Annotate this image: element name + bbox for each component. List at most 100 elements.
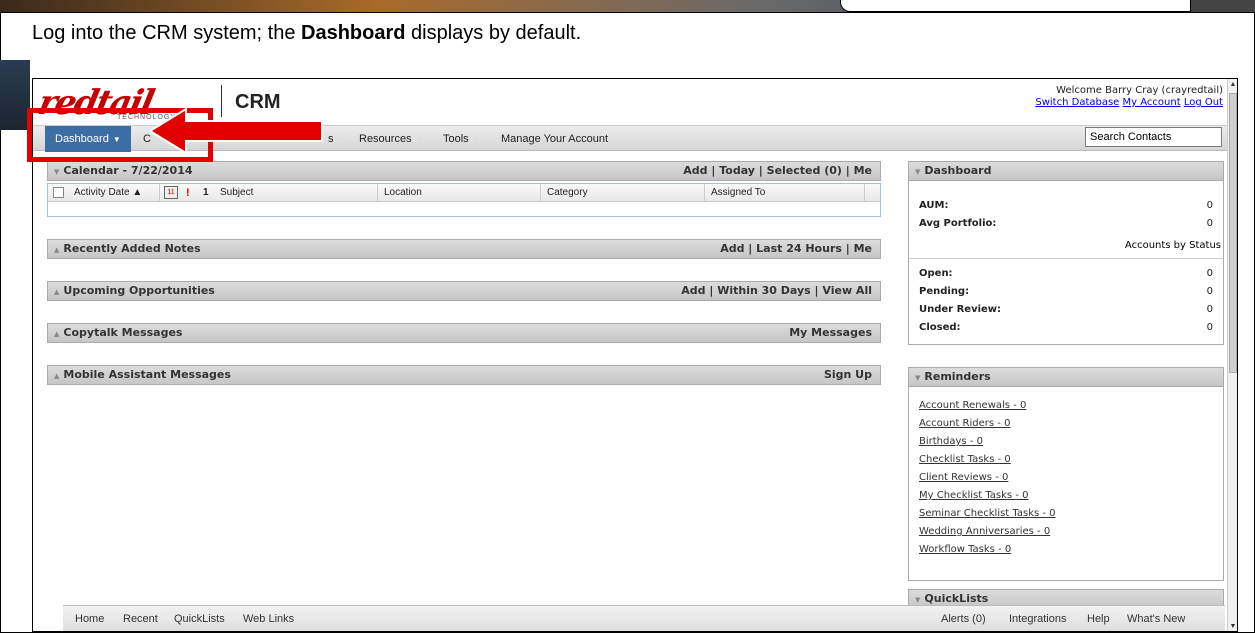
calendar-table: Activity Date ▲ 11 ! 1 Subject Location …: [47, 183, 881, 217]
status-row: Closed: 0: [909, 319, 1223, 337]
reminders-panel-body: Account Renewals - 0 Account Riders - 0 …: [908, 387, 1224, 581]
reminder-link[interactable]: Account Renewals - 0: [909, 397, 1223, 415]
red-arrow-icon: [150, 107, 323, 155]
col-category[interactable]: Category: [541, 184, 705, 202]
status-label: Pending:: [919, 286, 970, 297]
col-subject[interactable]: Subject: [214, 184, 378, 202]
bottom-whats-new-link[interactable]: What's New: [1127, 606, 1185, 631]
status-value: 0: [1206, 268, 1213, 279]
chevron-down-icon: ▼: [472, 135, 481, 144]
chevron-down-icon: ▼: [612, 135, 620, 144]
avg-portfolio-row: Avg Portfolio: 0: [909, 215, 1223, 233]
status-label: Under Review:: [919, 304, 1002, 315]
reminder-link[interactable]: Account Riders - 0: [909, 415, 1223, 433]
reminder-link[interactable]: Birthdays - 0: [909, 433, 1223, 451]
calendar-table-header: Activity Date ▲ 11 ! 1 Subject Location …: [48, 184, 880, 202]
expand-triangle-icon[interactable]: ▲: [54, 288, 59, 296]
nav-resources[interactable]: Resources ▼: [349, 126, 434, 152]
bottom-recent-link[interactable]: Recent: [123, 606, 158, 631]
instruction-suffix: displays by default.: [405, 22, 582, 44]
nav-manage-account[interactable]: Manage Your Account ▼: [491, 126, 630, 152]
instruction-prefix: Log into the CRM system; the: [32, 22, 302, 44]
bottom-toolbar: Home Recent QuickLists Web Links Alerts …: [63, 605, 1225, 631]
accounts-by-status-heading: Accounts by Status: [909, 233, 1223, 259]
expand-triangle-icon[interactable]: ▲: [54, 372, 59, 380]
reminder-link[interactable]: Wedding Anniversaries - 0: [909, 523, 1223, 541]
status-row: Pending: 0: [909, 283, 1223, 301]
panel-upcoming-opportunities[interactable]: ▲ Upcoming Opportunities Add | Within 30 …: [47, 281, 881, 301]
dashboard-panel-body: AUM: 0 Avg Portfolio: 0 Accounts by Status…: [908, 181, 1224, 345]
avg-value: 0: [1206, 218, 1213, 229]
col-assigned-to[interactable]: Assigned To: [705, 184, 865, 202]
background-strip-left: [0, 60, 30, 130]
panel-title: Upcoming Opportunities: [63, 284, 215, 297]
my-account-link[interactable]: My Account: [1123, 97, 1181, 108]
avg-label: Avg Portfolio:: [919, 218, 997, 229]
bottom-help-link[interactable]: Help: [1087, 606, 1110, 631]
status-value: 0: [1206, 286, 1213, 297]
collapse-triangle-icon[interactable]: ▼: [915, 596, 920, 604]
col-activity-date[interactable]: Activity Date ▲: [68, 184, 160, 202]
nav-tools-label: Tools: [443, 133, 469, 145]
expand-triangle-icon[interactable]: ▲: [54, 330, 59, 338]
user-welcome: Welcome Barry Cray (crayredtail) Switch …: [1035, 85, 1223, 109]
panel-title: Mobile Assistant Messages: [63, 368, 231, 381]
dashboard-title: Dashboard: [924, 164, 992, 177]
panel-links[interactable]: My Messages: [789, 324, 872, 342]
panel-title: Recently Added Notes: [63, 242, 201, 255]
reminder-link[interactable]: Workflow Tasks - 0: [909, 541, 1223, 559]
instruction-text: Log into the CRM system; the Dashboard d…: [32, 22, 581, 45]
status-value: 0: [1206, 304, 1213, 315]
collapse-triangle-icon[interactable]: ▼: [915, 168, 920, 176]
calendar-links[interactable]: Add | Today | Selected (0) | Me: [683, 162, 872, 180]
collapse-triangle-icon[interactable]: ▼: [54, 168, 59, 176]
bottom-weblinks-link[interactable]: Web Links: [243, 606, 294, 631]
quicklists-title: QuickLists: [924, 592, 989, 605]
chevron-down-icon: ▼: [337, 135, 346, 144]
priority-icon[interactable]: !: [186, 184, 190, 202]
bottom-integrations-link[interactable]: Integrations: [1009, 606, 1066, 631]
panel-links[interactable]: Add | Last 24 Hours | Me: [720, 240, 872, 258]
nav-resources-label: Resources: [359, 133, 412, 145]
instruction-bold: Dashboard: [301, 22, 406, 44]
panel-recent-notes[interactable]: ▲ Recently Added Notes Add | Last 24 Hour…: [47, 239, 881, 259]
scroll-down-icon[interactable]: ▼: [1228, 621, 1237, 631]
expand-triangle-icon[interactable]: ▲: [54, 246, 59, 254]
reminder-link[interactable]: My Checklist Tasks - 0: [909, 487, 1223, 505]
decorative-tab: [840, 0, 1190, 12]
switch-database-link[interactable]: Switch Database: [1035, 97, 1119, 108]
decorative-tab-dark: [1190, 0, 1255, 12]
scrollbar-thumb[interactable]: [1229, 93, 1237, 373]
bottom-home-link[interactable]: Home: [75, 606, 104, 631]
col-location[interactable]: Location: [378, 184, 541, 202]
panel-mobile-assistant[interactable]: ▲ Mobile Assistant Messages Sign Up: [47, 365, 881, 385]
nav-tools[interactable]: Tools ▼: [433, 126, 491, 152]
aum-row: AUM: 0: [909, 197, 1223, 215]
collapse-triangle-icon[interactable]: ▼: [915, 374, 920, 382]
scroll-up-icon[interactable]: ▲: [1228, 79, 1237, 91]
reminder-link[interactable]: Seminar Checklist Tasks - 0: [909, 505, 1223, 523]
reminder-link[interactable]: Checklist Tasks - 0: [909, 451, 1223, 469]
vertical-scrollbar[interactable]: ▲ ▼: [1227, 79, 1237, 631]
bottom-alerts-link[interactable]: Alerts (0): [941, 606, 986, 631]
bottom-quicklists-link[interactable]: QuickLists: [174, 606, 225, 631]
panel-links[interactable]: Sign Up: [824, 366, 872, 384]
dashboard-panel-header[interactable]: ▼ Dashboard: [908, 161, 1224, 181]
nav-manage-label: Manage Your Account: [501, 133, 609, 145]
status-row: Open: 0: [909, 265, 1223, 283]
log-out-link[interactable]: Log Out: [1184, 97, 1223, 108]
status-value: 0: [1206, 322, 1213, 333]
panel-title: Copytalk Messages: [63, 326, 183, 339]
calendar-title: Calendar - 7/22/2014: [63, 164, 193, 177]
search-contacts-input[interactable]: [1085, 127, 1222, 147]
status-label: Closed:: [919, 322, 961, 333]
panel-copytalk-messages[interactable]: ▲ Copytalk Messages My Messages: [47, 323, 881, 343]
aum-label: AUM:: [919, 200, 949, 211]
reminders-panel-header[interactable]: ▼ Reminders: [908, 367, 1224, 387]
calendar-icon[interactable]: 11: [164, 186, 178, 199]
status-row: Under Review: 0: [909, 301, 1223, 319]
panel-links[interactable]: Add | Within 30 Days | View All: [681, 282, 872, 300]
chevron-down-icon: ▼: [415, 135, 424, 144]
select-all-checkbox[interactable]: [53, 187, 64, 198]
reminder-link[interactable]: Client Reviews - 0: [909, 469, 1223, 487]
